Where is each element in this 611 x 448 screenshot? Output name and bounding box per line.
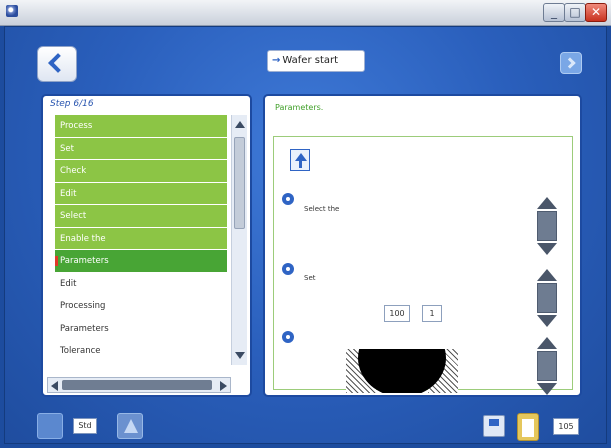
minimize-button[interactable]: _: [543, 3, 565, 22]
app-icon: [6, 5, 18, 17]
upload-button[interactable]: [290, 149, 310, 171]
value-field-b[interactable]: 1: [422, 305, 442, 322]
step-item[interactable]: Process: [55, 115, 227, 138]
instruction-text: Parameters.: [275, 103, 324, 112]
chevron-right-icon: [564, 57, 576, 69]
scroll-down-icon[interactable]: [537, 383, 557, 395]
arrow-right-icon: →: [272, 55, 281, 66]
step-item[interactable]: Check: [55, 160, 227, 183]
step-item-label: Processing: [60, 301, 106, 311]
scroll-left-icon[interactable]: [51, 381, 58, 391]
forward-button[interactable]: [560, 52, 582, 74]
side-scroll-control[interactable]: [536, 197, 558, 257]
value-field-a[interactable]: 100: [384, 305, 410, 322]
step-item[interactable]: Edit: [55, 182, 227, 205]
step-item-label: Edit: [60, 188, 77, 199]
side-scroll-control[interactable]: [536, 337, 558, 395]
cross-section-diagram: [346, 349, 458, 393]
step-item[interactable]: Set: [55, 137, 227, 160]
step-title: → Wafer start: [267, 50, 365, 72]
scroll-up-icon[interactable]: [537, 269, 557, 281]
content-panel: Parameters. Select the Set 100 1: [263, 94, 582, 397]
step-item-label: Edit: [60, 278, 77, 289]
monitor-button[interactable]: [37, 413, 63, 439]
description-paragraph: Select the: [304, 205, 340, 213]
clipboard-icon[interactable]: [517, 413, 539, 441]
step-item[interactable]: Edit: [55, 272, 227, 295]
section-icon: [282, 331, 294, 343]
vertical-scrollbar[interactable]: [231, 115, 247, 365]
scroll-up-icon[interactable]: [537, 337, 557, 349]
scroll-right-icon[interactable]: [220, 381, 227, 391]
side-scroll-control[interactable]: [536, 269, 558, 329]
scroll-up-icon[interactable]: [537, 197, 557, 209]
step-item-label: Check: [60, 166, 87, 176]
step-item-label: Process: [60, 121, 93, 131]
step-item-label: Enable the: [60, 233, 106, 244]
step-title-label: Wafer start: [282, 55, 339, 66]
close-button[interactable]: ✕: [585, 3, 607, 22]
step-list-panel: Step 6/16 Process Set Check Edit Select Enabl…: [41, 94, 252, 397]
description-paragraph: Set: [304, 274, 316, 282]
scroll-thumb[interactable]: [234, 137, 245, 229]
step-item-label: Tolerance: [60, 346, 101, 356]
wizard-window: → Wafer start Step 6/16 Process Set Check Ed…: [4, 26, 607, 444]
scroll-up-icon[interactable]: [235, 121, 245, 128]
step-item[interactable]: Tolerance: [55, 340, 227, 363]
capture-button[interactable]: [117, 413, 143, 439]
content-box: Select the Set 100 1: [273, 136, 573, 395]
section-icon: [282, 263, 294, 275]
hscroll-thumb[interactable]: [62, 380, 212, 390]
capture-icon: [124, 419, 138, 433]
page-number: 105: [553, 418, 579, 435]
step-item[interactable]: Enable the: [55, 227, 227, 250]
scroll-down-icon[interactable]: [537, 315, 557, 327]
step-item-label: Parameters: [60, 323, 109, 334]
chevron-left-icon: [48, 53, 68, 73]
mode-label: Std: [73, 418, 97, 434]
save-icon[interactable]: [483, 415, 505, 437]
back-button[interactable]: [37, 46, 77, 82]
scroll-down-icon[interactable]: [235, 352, 245, 359]
step-item-label: Parameters: [60, 256, 109, 266]
step-counter: Step 6/16: [50, 99, 94, 109]
step-item-label: Set: [60, 143, 74, 154]
current-step-marker: [55, 256, 58, 266]
scroll-down-icon[interactable]: [537, 243, 557, 255]
step-item[interactable]: Parameters: [55, 250, 227, 273]
step-list: Process Set Check Edit Select Enable the Param…: [55, 115, 227, 363]
horizontal-scrollbar[interactable]: [47, 377, 231, 393]
maximize-button[interactable]: □: [564, 3, 586, 22]
step-item[interactable]: Select: [55, 205, 227, 228]
step-item[interactable]: Parameters: [55, 317, 227, 340]
step-item[interactable]: Processing: [55, 295, 227, 318]
window-titlebar: _ □ ✕: [0, 0, 611, 26]
step-item-label: Select: [60, 211, 87, 221]
section-icon: [282, 193, 294, 205]
